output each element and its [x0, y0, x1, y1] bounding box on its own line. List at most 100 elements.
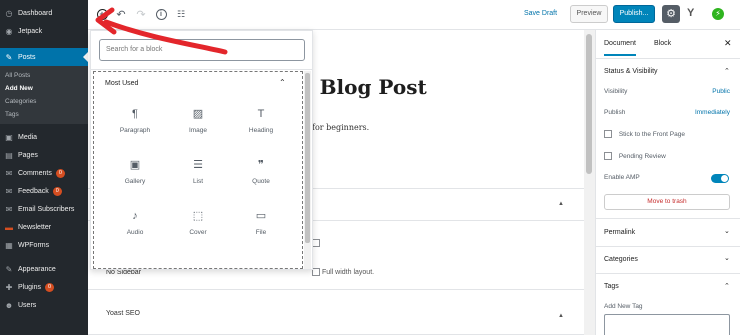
publish-date-value[interactable]: Immediately — [680, 109, 730, 116]
block-image[interactable]: ▨ Image — [168, 107, 228, 134]
editor-screen: ◷ Dashboard ◉ Jetpack ✎ Posts All Posts … — [0, 0, 740, 335]
tags-heading[interactable]: Tags — [604, 283, 619, 290]
sidebar-item-label: Pages — [18, 151, 38, 159]
tab-block[interactable]: Block — [654, 40, 671, 47]
scrollbar-thumb[interactable] — [305, 73, 310, 243]
sidebar-item-feedback[interactable]: ✉ Feedback 0 — [0, 182, 88, 200]
scrollbar-thumb[interactable] — [586, 34, 592, 174]
image-icon: ▨ — [192, 108, 204, 120]
full-width-label: Full width layout. — [321, 268, 375, 276]
pending-label: Pending Review — [618, 152, 666, 160]
panel-divider — [596, 246, 740, 247]
file-icon: ▭ — [255, 210, 267, 222]
block-label: List — [192, 178, 204, 185]
sidebar-item-label: Dashboard — [18, 9, 53, 17]
list-icon: ☰ — [193, 159, 203, 171]
yoast-button[interactable]: Y — [687, 7, 694, 19]
sticky-label: Stick to the Front Page — [618, 130, 685, 138]
yoast-seo-title[interactable]: Yoast SEO — [106, 310, 140, 317]
block-list[interactable]: ☰ List — [168, 158, 228, 185]
redo-button[interactable]: ↷ — [134, 7, 148, 21]
sidebar-item-users[interactable]: ☻ Users — [0, 296, 88, 314]
jetpack-button[interactable]: ⚡ — [712, 8, 724, 20]
preview-button[interactable]: Preview — [570, 5, 608, 23]
sidebar-item-dashboard[interactable]: ◷ Dashboard — [0, 4, 88, 22]
toggle-knob — [721, 175, 728, 182]
block-cover[interactable]: ⬚ Cover — [168, 209, 228, 236]
amp-toggle[interactable] — [711, 174, 729, 183]
sticky-checkbox[interactable] — [604, 130, 612, 138]
close-icon[interactable]: ✕ — [724, 38, 732, 49]
submenu-add-new[interactable]: Add New — [0, 82, 88, 95]
newsletter-icon: ▬ — [5, 222, 13, 232]
block-quote[interactable]: ❞ Quote — [231, 158, 291, 185]
chevron-down-icon[interactable]: ⌄ — [724, 227, 730, 235]
most-used-heading[interactable]: Most Used — [105, 80, 138, 87]
pending-option[interactable]: Pending Review — [604, 152, 666, 160]
block-label: Paragraph — [119, 127, 151, 134]
email-icon: ✉ — [5, 204, 13, 214]
pending-checkbox[interactable] — [604, 152, 612, 160]
block-audio[interactable]: ♪ Audio — [105, 209, 165, 236]
submenu-categories[interactable]: Categories — [0, 95, 88, 108]
full-width-option[interactable]: Full width layout. — [312, 268, 374, 276]
block-paragraph[interactable]: ¶ Paragraph — [105, 107, 165, 134]
status-visibility-heading[interactable]: Status & Visibility — [604, 68, 658, 75]
full-width-checkbox[interactable] — [312, 268, 320, 276]
move-to-trash-button[interactable]: Move to trash — [604, 194, 730, 210]
submenu-tags[interactable]: Tags — [0, 108, 88, 121]
block-label: File — [255, 229, 267, 236]
editor-scrollbar[interactable] — [584, 30, 595, 335]
save-draft-link[interactable]: Save Draft — [524, 10, 557, 17]
outline-button[interactable]: ☷ — [174, 7, 188, 21]
sidebar-item-appearance[interactable]: ✎ Appearance — [0, 260, 88, 278]
sidebar-item-pages[interactable]: ▤ Pages — [0, 146, 88, 164]
inserter-divider — [91, 69, 312, 70]
chevron-up-icon[interactable]: ⌃ — [724, 282, 730, 290]
tab-document[interactable]: Document — [604, 40, 636, 56]
gear-icon: ⚙ — [666, 8, 676, 20]
sidebar-item-wpforms[interactable]: ▦ WPForms — [0, 236, 88, 254]
info-icon: i — [155, 8, 167, 20]
sidebar-item-media[interactable]: ▣ Media — [0, 128, 88, 146]
block-label: Quote — [252, 178, 270, 185]
heading-icon: T — [257, 108, 265, 120]
post-paragraph[interactable]: for beginners. — [312, 123, 369, 132]
block-search-input[interactable]: Search for a block — [99, 39, 305, 61]
settings-sidebar: Document Block ✕ Status & Visibility ⌃ V… — [595, 30, 740, 335]
undo-button[interactable]: ↶ — [114, 7, 128, 21]
chevron-up-icon[interactable]: ⌃ — [724, 67, 730, 75]
block-file[interactable]: ▭ File — [231, 209, 291, 236]
add-block-button[interactable]: + — [95, 7, 109, 21]
sidebar-item-posts[interactable]: ✎ Posts — [0, 48, 88, 66]
submenu-all-posts[interactable]: All Posts — [0, 69, 88, 82]
visibility-value[interactable]: Public — [696, 88, 730, 95]
sticky-option[interactable]: Stick to the Front Page — [604, 130, 685, 138]
inserter-scrollbar[interactable] — [304, 71, 311, 269]
settings-tabs: Document Block ✕ — [596, 30, 740, 59]
meta-checkbox[interactable] — [312, 239, 320, 247]
publish-button[interactable]: Publish... — [613, 5, 655, 23]
sidebar-item-label: Appearance — [18, 265, 56, 273]
info-button[interactable]: i — [154, 7, 168, 21]
block-heading[interactable]: T Heading — [231, 107, 291, 134]
visibility-label: Visibility — [604, 88, 628, 95]
sidebar-item-label: Users — [18, 301, 37, 309]
block-gallery[interactable]: ▣ Gallery — [105, 158, 165, 185]
jetpack-icon: ◉ — [5, 26, 13, 36]
sidebar-item-plugins[interactable]: ✚ Plugins 0 — [0, 278, 88, 296]
sidebar-item-newsletter[interactable]: ▬ Newsletter — [0, 218, 88, 236]
permalink-heading[interactable]: Permalink — [604, 229, 635, 236]
block-inserter-popover: Search for a block Most Used ⌃ ¶ Paragra… — [90, 30, 313, 270]
yoast-meta-box[interactable]: ▲ — [88, 299, 584, 335]
sidebar-layout-select[interactable]: No Sidebar — [106, 269, 141, 276]
settings-button[interactable]: ⚙ — [662, 5, 680, 23]
categories-heading[interactable]: Categories — [604, 256, 638, 263]
tag-input[interactable] — [604, 314, 730, 335]
chevron-up-icon[interactable]: ⌃ — [279, 78, 286, 87]
sidebar-item-email-subscribers[interactable]: ✉ Email Subscribers — [0, 200, 88, 218]
chevron-down-icon[interactable]: ⌄ — [724, 254, 730, 262]
sidebar-item-jetpack[interactable]: ◉ Jetpack — [0, 22, 88, 40]
sidebar-item-comments[interactable]: ✉ Comments 0 — [0, 164, 88, 182]
bolt-icon: ⚡ — [715, 9, 721, 18]
